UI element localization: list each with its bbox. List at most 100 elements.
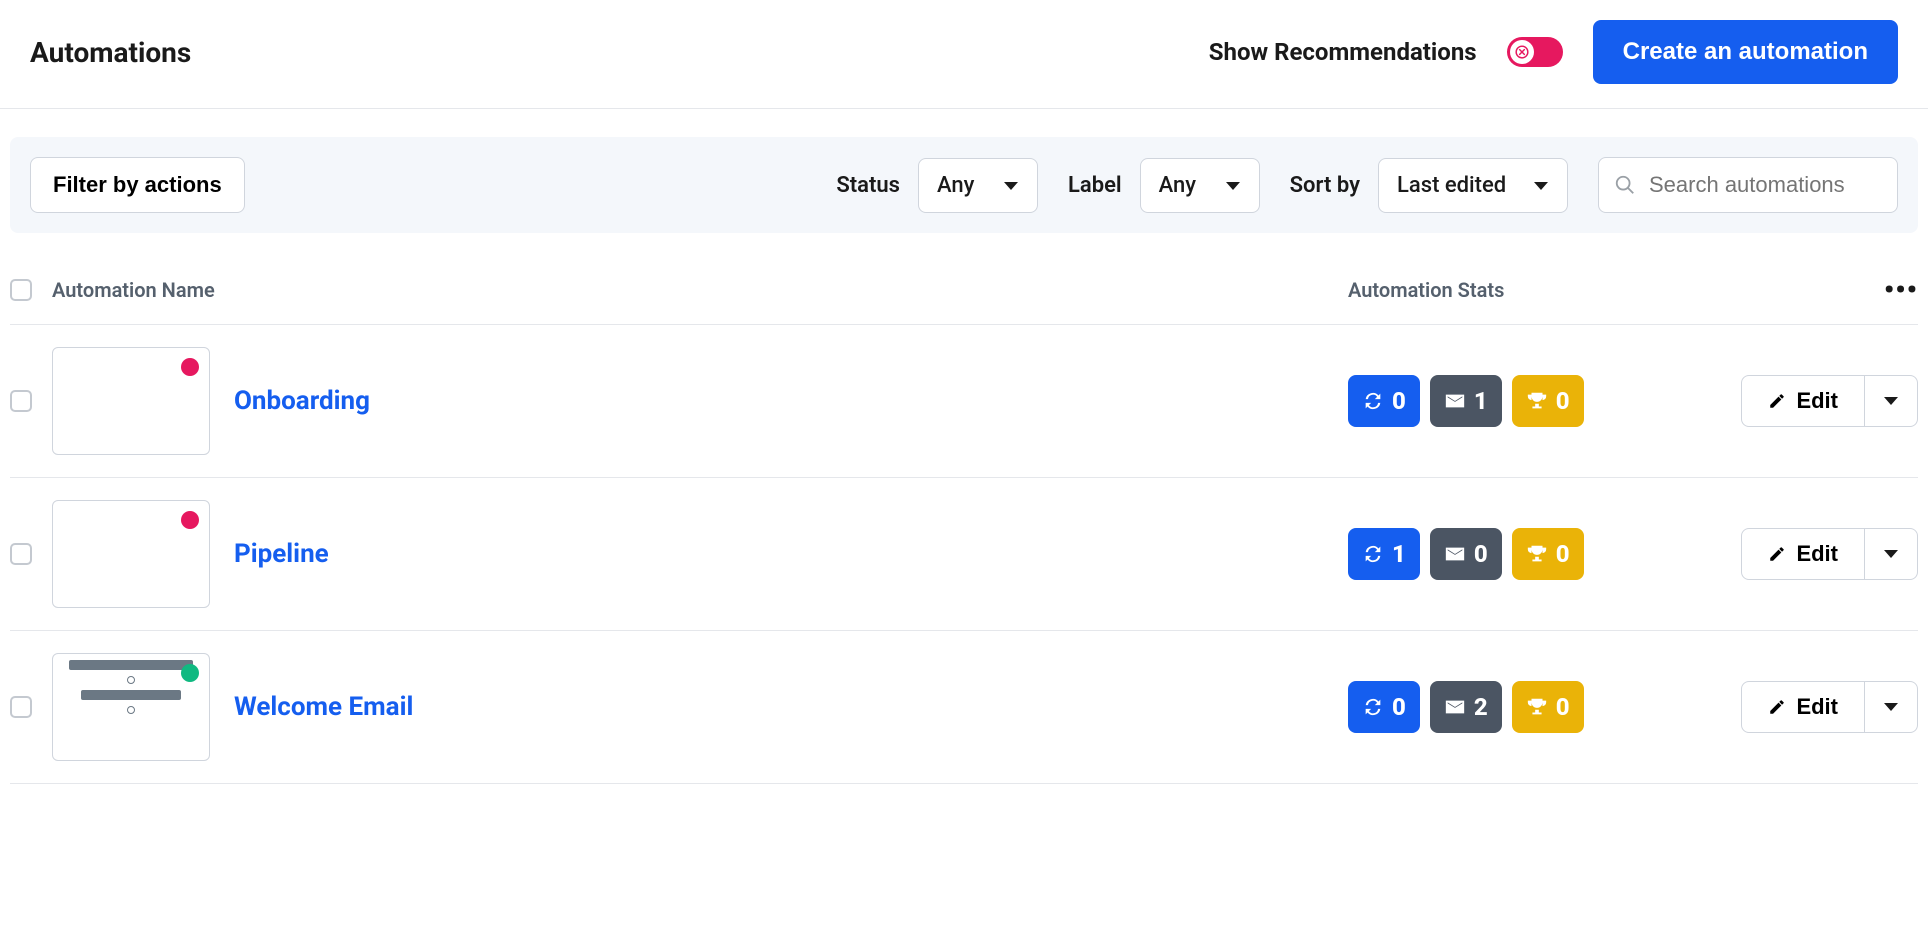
status-dot xyxy=(181,511,199,529)
show-recommendations-label: Show Recommendations xyxy=(1209,38,1477,66)
row-checkbox-cell xyxy=(10,390,52,412)
chevron-down-icon xyxy=(1533,173,1549,198)
status-dot xyxy=(181,664,199,682)
header-checkbox-cell xyxy=(10,279,52,301)
edit-split-button: Edit xyxy=(1741,375,1918,427)
edit-dropdown-button[interactable] xyxy=(1865,681,1918,733)
edit-label: Edit xyxy=(1796,694,1838,720)
stat-goals-value: 0 xyxy=(1556,540,1570,568)
status-select[interactable]: Any xyxy=(918,158,1038,213)
table-row: Pipeline 1 0 0 Edit xyxy=(10,478,1918,631)
filter-by-actions-button[interactable]: Filter by actions xyxy=(30,157,245,213)
table-row: Onboarding 0 1 0 Edit xyxy=(10,325,1918,478)
search-input[interactable] xyxy=(1598,157,1898,213)
automation-thumbnail[interactable] xyxy=(52,500,210,608)
loop-icon xyxy=(1362,543,1384,565)
automation-thumbnail[interactable] xyxy=(52,347,210,455)
stat-goals[interactable]: 0 xyxy=(1512,528,1584,580)
chevron-down-icon xyxy=(1003,173,1019,198)
automations-table: Automation Name Automation Stats ••• Onb… xyxy=(10,263,1918,784)
row-checkbox-cell xyxy=(10,696,52,718)
status-filter: Status Any xyxy=(836,158,1038,213)
search-wrap xyxy=(1598,157,1898,213)
stat-goals-value: 0 xyxy=(1556,387,1570,415)
more-columns-button[interactable]: ••• xyxy=(1868,273,1918,306)
status-value: Any xyxy=(937,173,974,198)
toggle-knob xyxy=(1510,40,1534,64)
automation-thumbnail[interactable] xyxy=(52,653,210,761)
label-filter: Label Any xyxy=(1068,158,1260,213)
stat-goals[interactable]: 0 xyxy=(1512,681,1584,733)
automation-name-link[interactable]: Onboarding xyxy=(234,386,370,416)
pencil-icon xyxy=(1768,545,1786,563)
stat-emails[interactable]: 2 xyxy=(1430,681,1502,733)
stat-goals[interactable]: 0 xyxy=(1512,375,1584,427)
email-icon xyxy=(1444,696,1466,718)
loop-icon xyxy=(1362,696,1384,718)
edit-label: Edit xyxy=(1796,541,1838,567)
chevron-down-icon xyxy=(1225,173,1241,198)
automation-stats: 0 1 0 xyxy=(1348,375,1658,427)
stat-entered-value: 0 xyxy=(1392,387,1406,415)
edit-button[interactable]: Edit xyxy=(1741,375,1865,427)
status-label: Status xyxy=(836,173,900,198)
select-all-checkbox[interactable] xyxy=(10,279,32,301)
row-actions: Edit xyxy=(1658,681,1918,733)
table-row: Welcome Email 0 2 0 Edit xyxy=(10,631,1918,784)
close-icon xyxy=(1515,45,1529,59)
stat-entered-value: 1 xyxy=(1392,540,1406,568)
sort-value: Last edited xyxy=(1397,173,1506,198)
top-bar-actions: Show Recommendations Create an automatio… xyxy=(1209,20,1898,84)
stat-emails[interactable]: 0 xyxy=(1430,528,1502,580)
sort-select[interactable]: Last edited xyxy=(1378,158,1568,213)
stat-entered-value: 0 xyxy=(1392,693,1406,721)
row-checkbox[interactable] xyxy=(10,696,32,718)
status-dot xyxy=(181,358,199,376)
row-checkbox[interactable] xyxy=(10,390,32,412)
table-header: Automation Name Automation Stats ••• xyxy=(10,263,1918,325)
edit-split-button: Edit xyxy=(1741,681,1918,733)
stat-entered[interactable]: 0 xyxy=(1348,375,1420,427)
top-bar: Automations Show Recommendations Create … xyxy=(0,0,1928,109)
automation-stats: 0 2 0 xyxy=(1348,681,1658,733)
sort-label: Sort by xyxy=(1290,173,1360,198)
stat-goals-value: 0 xyxy=(1556,693,1570,721)
filter-bar: Filter by actions Status Any Label Any S… xyxy=(10,137,1918,233)
pencil-icon xyxy=(1768,698,1786,716)
label-value: Any xyxy=(1159,173,1196,198)
label-select[interactable]: Any xyxy=(1140,158,1260,213)
trophy-icon xyxy=(1526,696,1548,718)
pencil-icon xyxy=(1768,392,1786,410)
stat-entered[interactable]: 0 xyxy=(1348,681,1420,733)
row-actions: Edit xyxy=(1658,375,1918,427)
edit-button[interactable]: Edit xyxy=(1741,681,1865,733)
label-label: Label xyxy=(1068,173,1122,198)
show-recommendations-toggle[interactable] xyxy=(1507,37,1563,67)
stat-emails-value: 0 xyxy=(1474,540,1488,568)
column-header-stats: Automation Stats xyxy=(1348,278,1868,302)
row-checkbox[interactable] xyxy=(10,543,32,565)
row-checkbox-cell xyxy=(10,543,52,565)
automation-name-link[interactable]: Welcome Email xyxy=(234,692,413,722)
edit-button[interactable]: Edit xyxy=(1741,528,1865,580)
edit-dropdown-button[interactable] xyxy=(1865,528,1918,580)
stat-emails-value: 2 xyxy=(1474,693,1488,721)
chevron-down-icon xyxy=(1883,548,1899,560)
thumb-preview xyxy=(69,660,193,714)
loop-icon xyxy=(1362,390,1384,412)
trophy-icon xyxy=(1526,543,1548,565)
column-header-name: Automation Name xyxy=(52,278,215,302)
email-icon xyxy=(1444,543,1466,565)
email-icon xyxy=(1444,390,1466,412)
edit-dropdown-button[interactable] xyxy=(1865,375,1918,427)
automation-stats: 1 0 0 xyxy=(1348,528,1658,580)
stat-emails[interactable]: 1 xyxy=(1430,375,1502,427)
page-title: Automations xyxy=(30,36,191,69)
trophy-icon xyxy=(1526,390,1548,412)
edit-label: Edit xyxy=(1796,388,1838,414)
automation-name-link[interactable]: Pipeline xyxy=(234,539,329,569)
create-automation-button[interactable]: Create an automation xyxy=(1593,20,1898,84)
search-icon xyxy=(1614,174,1636,196)
row-actions: Edit xyxy=(1658,528,1918,580)
stat-entered[interactable]: 1 xyxy=(1348,528,1420,580)
